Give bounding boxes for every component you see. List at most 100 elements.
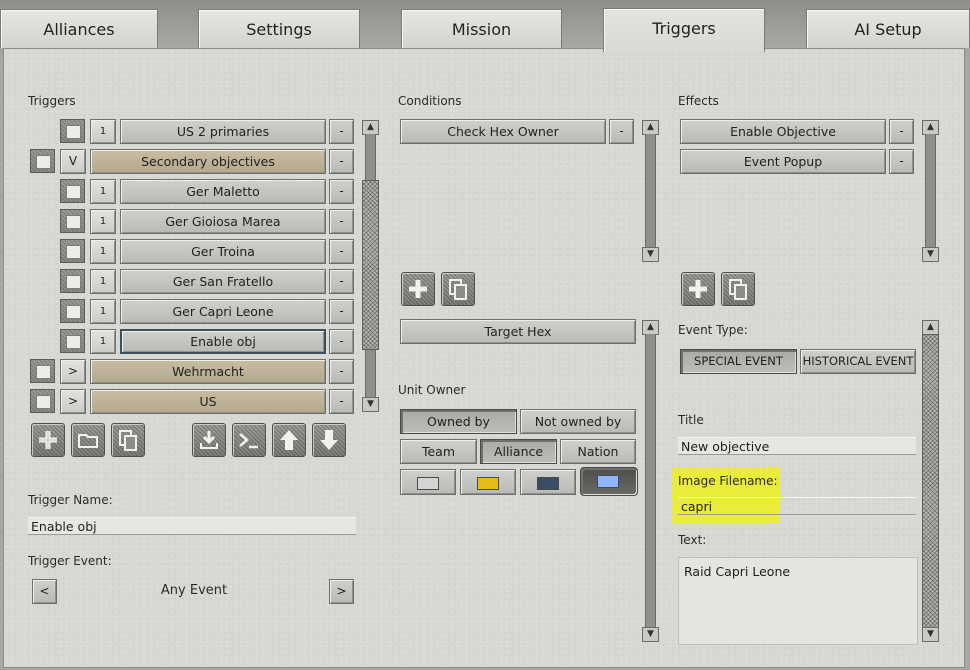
target-hex-button[interactable]: Target Hex bbox=[400, 319, 636, 344]
owned-by-toggle[interactable]: Owned by bbox=[400, 409, 517, 434]
trigger-remove-button[interactable]: - bbox=[329, 119, 354, 144]
trigger-item[interactable]: US bbox=[90, 389, 326, 414]
trigger-enable-checkbox[interactable] bbox=[60, 299, 85, 323]
effect-text-area[interactable]: Raid Capri Leone bbox=[678, 557, 918, 645]
trigger-enable-checkbox[interactable] bbox=[60, 119, 85, 143]
copy-condition-button[interactable] bbox=[441, 272, 475, 306]
scrollbar-thumb[interactable] bbox=[362, 180, 379, 350]
trigger-item[interactable]: Ger Gioiosa Marea bbox=[120, 209, 326, 234]
trigger-remove-button[interactable]: - bbox=[329, 239, 354, 264]
trigger-remove-button[interactable]: - bbox=[329, 359, 354, 384]
scroll-up-arrow-icon[interactable]: ▲ bbox=[642, 120, 659, 135]
trigger-enable-checkbox[interactable] bbox=[30, 389, 55, 413]
trigger-remove-button[interactable]: - bbox=[329, 329, 354, 354]
scroll-up-arrow-icon[interactable]: ▲ bbox=[642, 320, 659, 335]
trigger-count-badge[interactable]: 1 bbox=[90, 329, 116, 354]
alliance-toggle[interactable]: Alliance bbox=[480, 439, 557, 464]
effect-detail-scrollbar[interactable]: ▲ ▼ bbox=[922, 320, 939, 642]
trigger-item[interactable]: Ger Capri Leone bbox=[120, 299, 326, 324]
scroll-down-arrow-icon[interactable]: ▼ bbox=[922, 627, 939, 642]
tab-settings[interactable]: Settings bbox=[198, 9, 360, 48]
trigger-count-badge[interactable]: 1 bbox=[90, 119, 116, 144]
copy-trigger-button[interactable] bbox=[111, 423, 145, 457]
tab-triggers[interactable]: Triggers bbox=[603, 8, 765, 52]
trigger-remove-button[interactable]: - bbox=[329, 149, 354, 174]
effect-item[interactable]: Enable Objective bbox=[680, 119, 886, 144]
tab-ai-setup[interactable]: AI Setup bbox=[806, 9, 970, 48]
effects-scrollbar[interactable]: ▲ ▼ bbox=[922, 120, 939, 262]
trigger-count-badge[interactable]: 1 bbox=[90, 299, 116, 324]
image-filename-label: Image Filename: bbox=[678, 474, 778, 488]
trigger-event-prev-button[interactable]: < bbox=[32, 579, 57, 604]
special-event-toggle[interactable]: SPECIAL EVENT bbox=[680, 349, 797, 374]
scroll-up-arrow-icon[interactable]: ▲ bbox=[362, 120, 379, 135]
owner-color-option[interactable] bbox=[400, 469, 456, 495]
move-down-button[interactable] bbox=[312, 423, 346, 457]
image-filename-input[interactable]: capri bbox=[678, 497, 916, 515]
trigger-count-badge[interactable]: 1 bbox=[90, 269, 116, 294]
owner-color-option-selected[interactable] bbox=[580, 467, 638, 496]
scroll-down-arrow-icon[interactable]: ▼ bbox=[922, 247, 939, 262]
trigger-item[interactable]: Secondary objectives bbox=[90, 149, 326, 174]
trigger-list-scrollbar[interactable]: ▲ ▼ bbox=[362, 120, 379, 412]
condition-remove-button[interactable]: - bbox=[609, 119, 634, 144]
trigger-enable-checkbox[interactable] bbox=[30, 149, 55, 173]
trigger-name-input[interactable]: Enable obj bbox=[28, 517, 356, 535]
add-trigger-button[interactable] bbox=[31, 423, 65, 457]
import-trigger-button[interactable] bbox=[192, 423, 226, 457]
trigger-enable-checkbox[interactable] bbox=[60, 269, 85, 293]
trigger-enable-checkbox[interactable] bbox=[60, 179, 85, 203]
add-effect-button[interactable] bbox=[681, 272, 715, 306]
trigger-event-next-button[interactable]: > bbox=[329, 579, 354, 604]
trigger-count-badge[interactable]: 1 bbox=[90, 209, 116, 234]
trigger-item[interactable]: US 2 primaries bbox=[120, 119, 326, 144]
folder-button[interactable] bbox=[71, 423, 105, 457]
console-button[interactable] bbox=[232, 423, 266, 457]
conditions-scrollbar[interactable]: ▲ ▼ bbox=[642, 120, 659, 262]
trigger-item[interactable]: Ger San Fratello bbox=[120, 269, 326, 294]
owner-color-option[interactable] bbox=[520, 469, 576, 495]
title-input[interactable]: New objective bbox=[678, 437, 916, 455]
trigger-remove-button[interactable]: - bbox=[329, 209, 354, 234]
trigger-count-badge[interactable]: 1 bbox=[90, 239, 116, 264]
trigger-enable-checkbox[interactable] bbox=[60, 329, 85, 353]
trigger-count-badge[interactable]: > bbox=[60, 359, 86, 384]
trigger-remove-button[interactable]: - bbox=[329, 299, 354, 324]
trigger-remove-button[interactable]: - bbox=[329, 179, 354, 204]
scroll-down-arrow-icon[interactable]: ▼ bbox=[642, 247, 659, 262]
trigger-remove-button[interactable]: - bbox=[329, 389, 354, 414]
historical-event-toggle[interactable]: HISTORICAL EVENT bbox=[800, 349, 916, 374]
trigger-item[interactable]: Ger Maletto bbox=[120, 179, 326, 204]
effect-remove-button[interactable]: - bbox=[889, 149, 914, 174]
trigger-item[interactable]: Wehrmacht bbox=[90, 359, 326, 384]
team-toggle[interactable]: Team bbox=[400, 439, 477, 464]
trigger-count-badge[interactable]: V bbox=[60, 149, 86, 174]
trigger-remove-button[interactable]: - bbox=[329, 269, 354, 294]
trigger-count-badge[interactable]: 1 bbox=[90, 179, 116, 204]
tab-mission[interactable]: Mission bbox=[401, 9, 562, 48]
trigger-item[interactable]: Enable obj bbox=[120, 329, 326, 354]
trigger-enable-checkbox[interactable] bbox=[60, 209, 85, 233]
effect-remove-button[interactable]: - bbox=[889, 119, 914, 144]
nation-toggle[interactable]: Nation bbox=[560, 439, 636, 464]
scrollbar-thumb[interactable] bbox=[922, 334, 939, 628]
effect-item[interactable]: Event Popup bbox=[680, 149, 886, 174]
scroll-up-arrow-icon[interactable]: ▲ bbox=[922, 120, 939, 135]
scroll-up-arrow-icon[interactable]: ▲ bbox=[922, 320, 939, 335]
trigger-count-badge[interactable]: > bbox=[60, 389, 86, 414]
copy-effect-button[interactable] bbox=[721, 272, 755, 306]
owner-color-option[interactable] bbox=[460, 469, 516, 495]
trigger-enable-checkbox[interactable] bbox=[60, 239, 85, 263]
scroll-down-arrow-icon[interactable]: ▼ bbox=[642, 627, 659, 642]
trigger-enable-checkbox[interactable] bbox=[30, 359, 55, 383]
tab-alliances[interactable]: Alliances bbox=[0, 9, 158, 48]
text-label: Text: bbox=[678, 533, 707, 547]
not-owned-by-toggle[interactable]: Not owned by bbox=[520, 409, 636, 434]
download-icon bbox=[200, 431, 218, 449]
scroll-down-arrow-icon[interactable]: ▼ bbox=[362, 397, 379, 412]
move-up-button[interactable] bbox=[272, 423, 306, 457]
condition-detail-scrollbar[interactable]: ▲ ▼ bbox=[642, 320, 659, 642]
trigger-item[interactable]: Ger Troina bbox=[120, 239, 326, 264]
condition-item[interactable]: Check Hex Owner bbox=[400, 119, 606, 144]
add-condition-button[interactable] bbox=[401, 272, 435, 306]
